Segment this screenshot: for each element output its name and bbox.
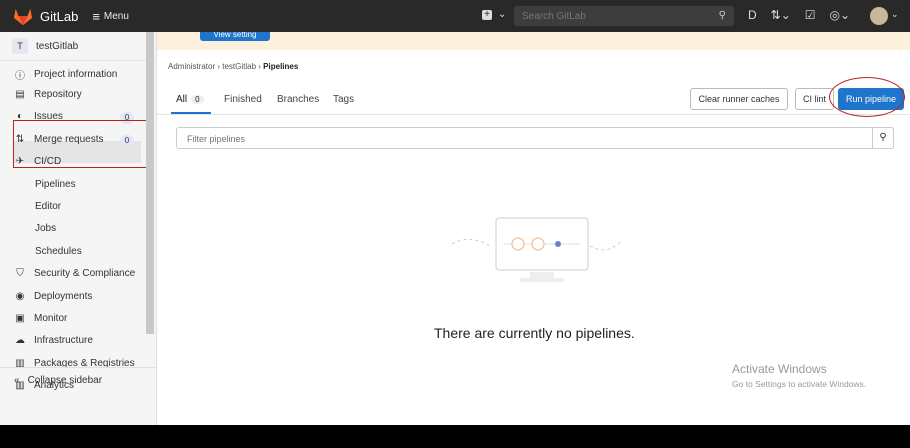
chevron-down-icon: ⌄ (498, 9, 507, 20)
sidebar-item-label: Repository (34, 89, 82, 100)
ci-lint-button[interactable]: CI lint (795, 88, 834, 110)
chevron-down-icon: ⌄ (891, 9, 899, 19)
cloud-icon: ☁ (15, 335, 25, 346)
tab-count-badge: 0 (191, 95, 204, 104)
issues-icon[interactable]: D (748, 8, 757, 22)
search-icon: ⚲ (718, 10, 726, 21)
watermark-subtitle: Go to Settings to activate Windows. (732, 379, 867, 389)
pipeline-illustration-icon (451, 217, 623, 282)
brand-name: GitLab (40, 8, 79, 24)
new-dropdown[interactable]: + ⌄ (482, 9, 506, 20)
sidebar-item-repository[interactable]: ▤ Repository (14, 89, 82, 100)
project-header[interactable]: T testGitlab (0, 32, 156, 61)
search-icon: ⚲ (879, 132, 887, 143)
tab-tags[interactable]: Tags (333, 94, 354, 105)
topbar-actions: D ⇅⌄ ☑ ◎⌄ (748, 8, 850, 22)
clear-runner-caches-button[interactable]: Clear runner caches (690, 88, 788, 110)
sidebar-item-label: Infrastructure (34, 335, 93, 346)
deployments-icon: ◉ (15, 291, 25, 302)
tab-all[interactable]: All 0 (176, 94, 204, 105)
breadcrumb-current[interactable]: Pipelines (263, 62, 298, 71)
sidebar-item-deployments[interactable]: ◉ Deployments (14, 291, 93, 302)
shield-icon: ⛉ (16, 268, 24, 279)
tab-label: All (176, 94, 188, 105)
highlight-ellipse-run-pipeline (829, 77, 905, 117)
menu-button[interactable]: ≡ Menu (92, 9, 129, 24)
sidebar-item-project-information[interactable]: ⓘ Project information (14, 67, 117, 82)
help-icon[interactable]: ◎⌄ (830, 8, 851, 22)
double-chevron-left-icon: « (14, 375, 20, 386)
sidebar-subitem-pipelines[interactable]: Pipelines (35, 179, 76, 190)
sidebar-item-security[interactable]: ⛉ Security & Compliance (14, 268, 135, 279)
project-name: testGitlab (36, 40, 79, 52)
document-icon: ▤ (15, 89, 25, 100)
menu-label: Menu (103, 10, 129, 22)
watermark-title: Activate Windows (732, 362, 827, 376)
search-box[interactable]: ⚲ (514, 6, 734, 26)
bottom-bar (0, 425, 910, 448)
project-avatar: T (12, 38, 28, 54)
top-navbar: GitLab ≡ Menu + ⌄ ⚲ D ⇅⌄ ☑ ◎⌄ ⌄ (0, 0, 910, 32)
filter-pipelines-input[interactable] (177, 128, 849, 150)
filter-search-button[interactable]: ⚲ (872, 127, 894, 149)
tab-branches[interactable]: Branches (277, 94, 319, 105)
breadcrumb-item[interactable]: testGitlab (222, 62, 256, 71)
hamburger-icon: ≡ (92, 8, 100, 24)
user-avatar[interactable] (870, 7, 888, 25)
empty-state-message: There are currently no pipelines. (434, 325, 635, 341)
sidebar-subitem-jobs[interactable]: Jobs (35, 223, 56, 234)
gitlab-logo[interactable]: GitLab (12, 6, 78, 26)
highlight-box-cicd (13, 120, 148, 168)
empty-state-illustration (450, 210, 630, 293)
filter-box[interactable] (176, 127, 894, 150)
sidebar-item-label: Monitor (34, 313, 68, 324)
sidebar-subitem-editor[interactable]: Editor (35, 201, 61, 212)
active-tab-indicator (171, 112, 211, 114)
sidebar-item-label: Security & Compliance (34, 268, 136, 279)
sidebar-item-label: Deployments (34, 291, 93, 302)
windows-activation-watermark: Activate Windows Go to Settings to activ… (732, 362, 866, 389)
todo-icon[interactable]: ☑ (805, 8, 816, 22)
sidebar-subitem-schedules[interactable]: Schedules (35, 246, 82, 257)
plus-icon: + (482, 9, 492, 20)
sidebar-scrollbar[interactable] (146, 32, 154, 334)
search-input[interactable] (514, 9, 714, 23)
breadcrumb: Administrator › testGitlab › Pipelines (168, 62, 298, 71)
sidebar-item-infrastructure[interactable]: ☁ Infrastructure (14, 335, 93, 346)
view-setting-button[interactable]: View setting (200, 32, 270, 41)
info-icon: ⓘ (15, 71, 25, 82)
gitlab-fox-icon (13, 8, 33, 26)
merge-request-icon[interactable]: ⇅⌄ (771, 8, 791, 22)
sidebar-item-monitor[interactable]: ▣ Monitor (14, 313, 67, 324)
sidebar-item-label: Project information (34, 69, 118, 80)
collapse-sidebar-label: Collapse sidebar (27, 375, 103, 386)
monitor-icon: ▣ (15, 313, 25, 324)
tab-finished[interactable]: Finished (224, 94, 262, 105)
breadcrumb-item[interactable]: Administrator (168, 62, 215, 71)
collapse-sidebar-button[interactable]: « Collapse sidebar (0, 367, 156, 393)
